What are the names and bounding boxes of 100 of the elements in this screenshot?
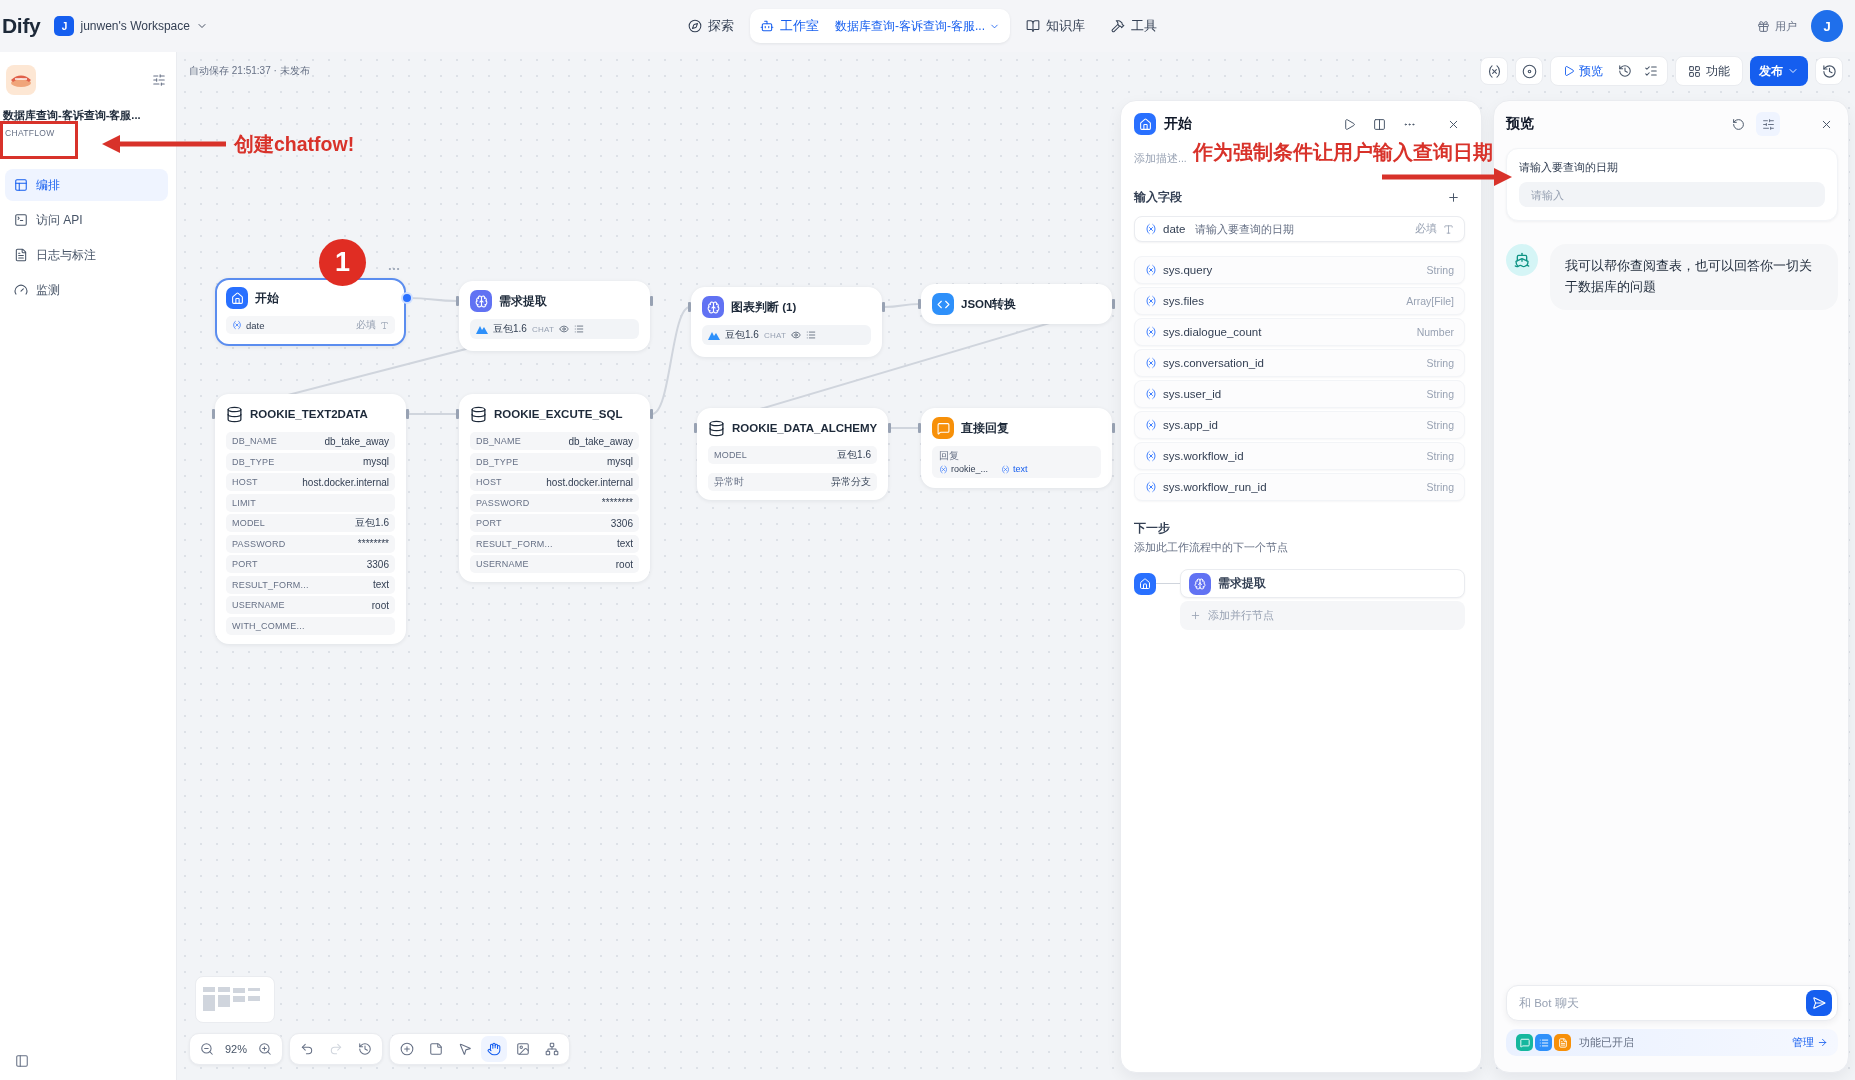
next-node-button[interactable]: 需求提取 xyxy=(1180,569,1465,598)
chat-bubble-icon xyxy=(1516,1034,1533,1051)
hand-mode-button[interactable] xyxy=(481,1036,508,1062)
date-input-field[interactable]: 请输入 xyxy=(1519,182,1825,207)
zoom-out-icon xyxy=(200,1042,214,1056)
version-history-button[interactable] xyxy=(1815,57,1843,85)
panel-icon xyxy=(15,1054,29,1068)
workflow-node[interactable]: 直接回复 回复 rookie_... text xyxy=(921,408,1112,488)
network-icon xyxy=(545,1042,560,1056)
preview-button[interactable]: 预览 xyxy=(1555,59,1611,83)
variable-icon xyxy=(1001,464,1011,474)
hand-icon xyxy=(487,1042,502,1056)
connection-handle[interactable] xyxy=(688,302,691,312)
workflow-node[interactable]: 开始 date 必填 xyxy=(215,278,406,346)
parameter-name: RESULT_FORM... xyxy=(476,538,553,549)
manage-link[interactable]: 管理 xyxy=(1792,1035,1828,1050)
arrow-right-icon xyxy=(1817,1037,1828,1048)
workspace-switcher[interactable]: J junwen's Workspace xyxy=(54,16,208,36)
parameter-name: MODEL xyxy=(232,518,265,528)
connection-handle[interactable] xyxy=(694,423,697,433)
connection-handle[interactable] xyxy=(882,302,885,312)
checklist-icon xyxy=(1644,64,1658,78)
database-icon xyxy=(708,419,725,437)
section-description: 添加此工作流程中的下一个节点 xyxy=(1134,541,1289,555)
nav-tab[interactable]: 工具 xyxy=(1101,9,1167,43)
send-button[interactable] xyxy=(1806,990,1832,1016)
chat-input-field[interactable]: 和 Bot 聊天 xyxy=(1506,985,1838,1021)
sidebar-item[interactable]: 访问 API xyxy=(5,204,168,236)
variable-type: String xyxy=(1426,264,1454,276)
text-type-icon xyxy=(380,320,389,330)
grid-icon xyxy=(1688,64,1701,78)
parameter-name: PORT xyxy=(232,559,258,569)
chat-bubble-icon xyxy=(932,417,954,439)
connection-handle[interactable] xyxy=(406,409,409,419)
variables-button[interactable] xyxy=(1480,57,1508,85)
brain-icon xyxy=(1189,572,1211,595)
zoom-level[interactable]: 92% xyxy=(223,1043,250,1055)
parameter-name: PORT xyxy=(476,518,502,528)
redo-icon xyxy=(329,1042,344,1056)
code-icon xyxy=(932,293,954,315)
app-mode-label: CHATFLOW xyxy=(5,128,56,138)
connection-handle[interactable] xyxy=(650,296,653,306)
sidebar-item[interactable]: 日志与标注 xyxy=(5,239,168,271)
workflow-node[interactable]: 需求提取 豆包1.6 CHAT xyxy=(459,281,650,351)
parameter-value: text xyxy=(616,538,633,549)
user-avatar[interactable]: J xyxy=(1811,10,1843,42)
parameter-value: text xyxy=(372,579,389,590)
variable-icon xyxy=(1145,419,1157,431)
variable-name: sys.app_id xyxy=(1163,419,1218,431)
connection-handle[interactable] xyxy=(456,296,459,306)
sidebar-item[interactable]: 监测 xyxy=(5,274,168,306)
workflow-node[interactable]: JSON转换 xyxy=(921,284,1112,324)
parameter-value: host.docker.internal xyxy=(302,476,389,488)
workflow-node[interactable]: 图表判断 (1) 豆包1.6 CHAT xyxy=(691,287,882,357)
workflow-node[interactable]: ROOKIE_DATA_ALCHEMY MODEL 豆包1.6 异常时 异常分支 xyxy=(697,408,888,500)
parameter-value: db_take_away xyxy=(568,435,633,447)
refresh-icon xyxy=(1731,117,1745,131)
features-button[interactable]: 功能 xyxy=(1675,56,1743,86)
document-icon xyxy=(14,248,28,262)
variable-reference: text xyxy=(1013,464,1028,474)
variable-name: date xyxy=(1163,223,1186,235)
connection-handle[interactable] xyxy=(918,423,921,433)
parameter-value: db_take_away xyxy=(324,435,389,447)
section-title: 下一步 xyxy=(1134,520,1171,537)
nav-tab[interactable]: 探索 xyxy=(678,9,744,43)
play-icon xyxy=(1563,65,1575,77)
house-icon xyxy=(1134,573,1156,595)
publish-button[interactable]: 发布 xyxy=(1750,56,1808,86)
status-button[interactable] xyxy=(1515,57,1543,85)
eye-icon xyxy=(559,324,570,334)
workflow-node[interactable]: ROOKIE_EXCUTE_SQL DB_NAME db_take_away DB_TYPE mysql HOST host.docker.internal PASSWORD ******** PORT 3306 RESULT_FORM... text USERNAME root xyxy=(459,394,650,582)
app-settings-button[interactable] xyxy=(150,71,168,89)
parameter-value: 3306 xyxy=(610,517,633,529)
studio-tab[interactable]: 工作室 xyxy=(750,9,829,43)
sidebar-toggle-button[interactable] xyxy=(13,1052,31,1070)
connection-handle[interactable] xyxy=(1112,299,1115,309)
database-icon xyxy=(226,405,243,423)
required-tag: 必填 xyxy=(356,318,376,332)
settings-button[interactable] xyxy=(1756,112,1780,136)
sidebar-item[interactable]: 编排 xyxy=(5,169,168,201)
workflow-node[interactable]: ROOKIE_TEXT2DATA DB_NAME db_take_away DB_TYPE mysql HOST host.docker.internal LIMIT MODEL 豆包1.6 PASSWORD ******** PORT 3306 RESULT_FORM... text USERNAME root WITH_COMME... xyxy=(215,394,406,644)
parameter-name: PASSWORD xyxy=(476,497,530,508)
dify-logo: Dify xyxy=(2,14,41,38)
connection-handle[interactable] xyxy=(456,409,459,419)
variable-icon xyxy=(1486,63,1502,79)
app-selector[interactable]: 数据库查询-客诉查询-客服... xyxy=(835,17,1000,35)
connection-handle[interactable] xyxy=(918,299,921,309)
connection-handle[interactable] xyxy=(1112,423,1115,433)
gift-icon xyxy=(1757,19,1770,33)
account-link[interactable]: 用户 xyxy=(1757,18,1797,34)
parameter-name: USERNAME xyxy=(476,559,529,569)
connection-handle[interactable] xyxy=(888,423,891,433)
robot-icon xyxy=(760,19,774,33)
input-variable-row[interactable]: date 请输入要查询的日期 必填 xyxy=(1134,216,1465,242)
autosave-status: 自动保存 21:51:37 · 未发布 xyxy=(189,64,310,78)
nav-tab[interactable]: 知识库 xyxy=(1016,9,1095,43)
connection-handle[interactable] xyxy=(650,409,653,419)
variable-name: sys.files xyxy=(1163,295,1204,307)
play-icon xyxy=(1342,117,1356,131)
connection-handle[interactable] xyxy=(212,409,215,419)
